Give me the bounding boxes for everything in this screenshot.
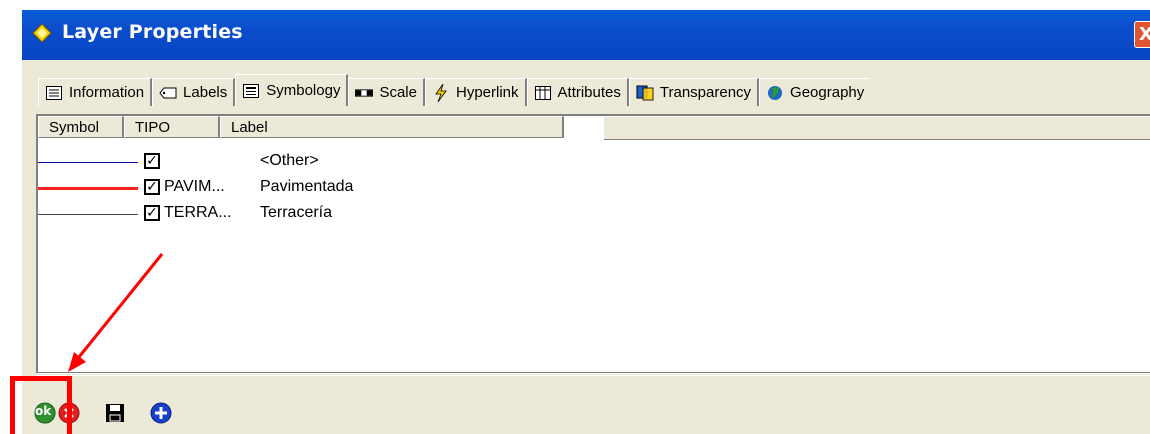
annotation-arrow xyxy=(68,253,164,372)
layer-properties-window: Layer Properties X Information Labels Sy… xyxy=(0,0,1150,434)
annotation-highlight-box xyxy=(10,376,72,434)
